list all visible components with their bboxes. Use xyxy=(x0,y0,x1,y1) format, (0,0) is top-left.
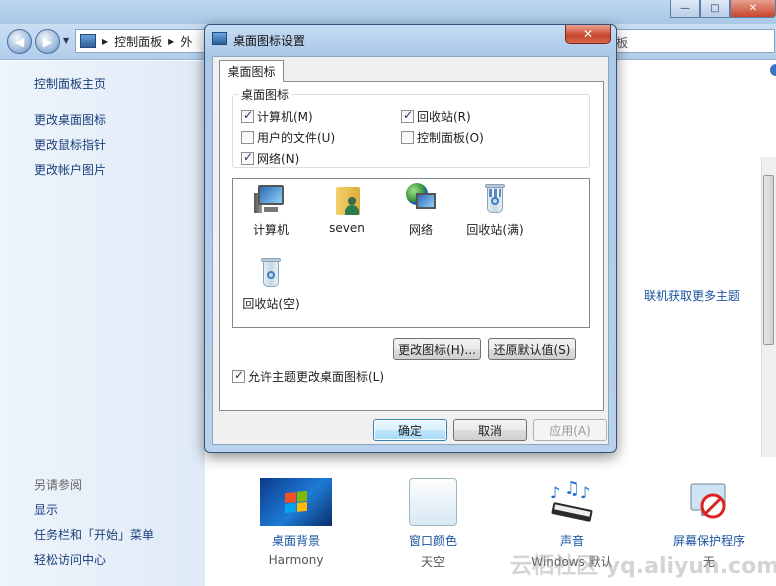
desktop-background-item[interactable]: 桌面背景 Harmony xyxy=(260,478,332,567)
network-icon xyxy=(404,183,438,217)
apply-button[interactable]: 应用(A) xyxy=(533,419,607,441)
icon-item-user-folder[interactable]: seven xyxy=(311,183,383,235)
icon-item-computer[interactable]: 计算机 xyxy=(235,183,307,238)
desktop-background-label: 桌面背景 xyxy=(271,534,320,548)
checkbox-box[interactable] xyxy=(401,108,414,123)
desktop-icons-group: 桌面图标 计算机(M) 回收站(R) 用户的文件(U) 控制面板(O) xyxy=(232,86,590,168)
control-panel-icon xyxy=(80,34,96,48)
sidebar-link-desktop-icons[interactable]: 更改桌面图标 xyxy=(34,111,106,128)
see-also-link-display[interactable]: 显示 xyxy=(34,501,58,518)
icon-item-recycle-bin-full[interactable]: 回收站(满) xyxy=(459,183,531,238)
checkbox-label: 计算机(M) xyxy=(257,110,313,124)
svg-text:♫: ♫ xyxy=(564,478,580,499)
recycle-bin-empty-icon xyxy=(254,257,288,291)
tab-panel: 桌面图标 计算机(M) 回收站(R) 用户的文件(U) 控制面板(O) xyxy=(219,81,604,411)
network-checkbox[interactable]: 网络(N) xyxy=(241,150,299,167)
sound-label: 声音 xyxy=(559,534,584,548)
icon-list: 计算机 seven 网络 回收站(满) 回收站(空) xyxy=(232,178,590,328)
recycle-bin-full-icon xyxy=(478,183,512,217)
arrow-right-icon: ▶ xyxy=(42,34,53,49)
checkbox-box[interactable] xyxy=(241,108,254,123)
svg-text:♪: ♪ xyxy=(580,483,590,502)
sidebar: 控制面板主页 更改桌面图标 更改鼠标指针 更改帐户图片 另请参阅 显示 任务栏和… xyxy=(0,61,205,586)
icon-item-recycle-bin-empty[interactable]: 回收站(空) xyxy=(235,257,307,312)
minimize-button[interactable]: — xyxy=(670,0,700,18)
arrow-left-icon: ◀ xyxy=(14,34,25,49)
dialog-title: 桌面图标设置 xyxy=(233,34,306,48)
screensaver-label: 屏幕保护程序 xyxy=(672,534,745,548)
scrollbar-thumb[interactable] xyxy=(763,175,774,345)
dialog-close-button[interactable]: ✕ xyxy=(565,25,611,44)
icon-item-label: 网络 xyxy=(408,223,433,237)
computer-checkbox[interactable]: 计算机(M) xyxy=(241,108,313,125)
checkbox-box[interactable] xyxy=(232,368,245,383)
help-icon[interactable] xyxy=(770,64,776,76)
svg-text:♪: ♪ xyxy=(550,483,560,502)
desktop-background-value: Harmony xyxy=(268,553,324,567)
watermark: 云栖社区 yq.aliyun.com xyxy=(510,554,776,579)
forward-button[interactable]: ▶ xyxy=(35,29,60,54)
breadcrumb-control-panel[interactable]: 控制面板 xyxy=(114,33,162,50)
window-color-item[interactable]: 窗口颜色 天空 xyxy=(401,478,465,570)
breadcrumb-tail: 板 xyxy=(616,36,629,50)
online-themes-link[interactable]: 联机获取更多主题 xyxy=(644,287,740,304)
close-button[interactable]: ✕ xyxy=(730,0,776,18)
icon-item-label: 回收站(满) xyxy=(466,223,524,237)
window-color-icon xyxy=(409,478,457,526)
breadcrumb-chevron-icon[interactable]: ▶ xyxy=(102,37,108,46)
window-color-value: 天空 xyxy=(420,555,445,569)
desktop-background-icon xyxy=(260,478,332,526)
icon-item-label: 计算机 xyxy=(252,223,289,237)
desktop-icon-settings-dialog: 桌面图标设置 ✕ 桌面图标 桌面图标 计算机(M) 回收站(R) 用户的文件(U… xyxy=(204,24,617,453)
recycle-bin-checkbox[interactable]: 回收站(R) xyxy=(401,108,471,125)
breadcrumb-appearance[interactable]: 外 xyxy=(180,33,192,50)
control-panel-title-bar: — □ ✕ xyxy=(0,0,776,24)
breadcrumb-chevron-icon[interactable]: ▶ xyxy=(168,37,174,46)
dialog-window-icon xyxy=(212,32,227,45)
icon-item-label: 回收站(空) xyxy=(242,297,300,311)
control-panel-checkbox[interactable]: 控制面板(O) xyxy=(401,129,484,146)
user-files-checkbox[interactable]: 用户的文件(U) xyxy=(241,129,335,146)
checkbox-label: 回收站(R) xyxy=(417,110,471,124)
back-button[interactable]: ◀ xyxy=(7,29,32,54)
sound-icon: ♪ ♫ ♪ xyxy=(546,478,598,526)
checkbox-box[interactable] xyxy=(241,150,254,165)
sidebar-link-mouse-pointer[interactable]: 更改鼠标指针 xyxy=(34,136,106,153)
restore-default-button[interactable]: 还原默认值(S) xyxy=(488,338,576,360)
user-folder-icon xyxy=(330,183,364,217)
see-also-heading: 另请参阅 xyxy=(34,478,83,492)
recent-pages-dropdown[interactable]: ▼ xyxy=(63,36,69,45)
window-color-label: 窗口颜色 xyxy=(408,534,457,548)
allow-themes-checkbox[interactable]: 允许主题更改桌面图标(L) xyxy=(232,368,384,385)
dialog-body: 桌面图标 桌面图标 计算机(M) 回收站(R) 用户的文件(U) xyxy=(212,56,609,445)
checkbox-box[interactable] xyxy=(241,131,254,144)
window-buttons: — □ ✕ xyxy=(670,0,776,18)
sidebar-link-account-picture[interactable]: 更改帐户图片 xyxy=(34,161,106,178)
maximize-button[interactable]: □ xyxy=(700,0,730,18)
computer-icon xyxy=(254,183,288,217)
checkbox-box[interactable] xyxy=(401,131,414,144)
checkbox-label: 网络(N) xyxy=(257,152,300,166)
cancel-button[interactable]: 取消 xyxy=(453,419,527,441)
group-legend: 桌面图标 xyxy=(239,86,292,103)
see-also-link-ease-of-access[interactable]: 轻松访问中心 xyxy=(34,551,106,568)
sidebar-link-home[interactable]: 控制面板主页 xyxy=(34,75,106,92)
checkbox-label: 允许主题更改桌面图标(L) xyxy=(248,370,385,384)
icon-item-network[interactable]: 网络 xyxy=(385,183,457,238)
see-also-link-taskbar[interactable]: 任务栏和「开始」菜单 xyxy=(34,526,154,543)
change-icon-button[interactable]: 更改图标(H)... xyxy=(393,338,481,360)
checkbox-label: 用户的文件(U) xyxy=(257,131,336,145)
close-icon: ✕ xyxy=(582,27,594,41)
checkbox-label: 控制面板(O) xyxy=(417,131,484,145)
tab-desktop-icons[interactable]: 桌面图标 xyxy=(219,60,284,82)
ok-button[interactable]: 确定 xyxy=(373,419,447,441)
icon-item-label: seven xyxy=(329,221,365,235)
screensaver-icon xyxy=(685,478,733,526)
